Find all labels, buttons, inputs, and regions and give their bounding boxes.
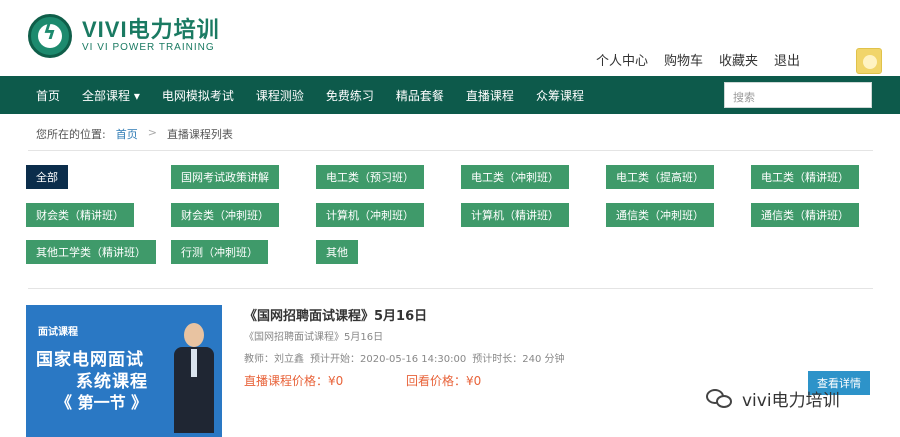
nav-mock-exam[interactable]: 电网模拟考试	[162, 87, 234, 104]
course-meta: 教师：刘立鑫 预计开始：2020-05-16 14:30:00 预计时长：240…	[244, 350, 564, 365]
site-logo[interactable]: ϟ VIVI电力培训 VI VI POWER TRAINING	[28, 14, 220, 58]
category-button[interactable]: 通信类（精讲班）	[751, 203, 859, 227]
logo-title: VIVI电力培训	[82, 17, 220, 42]
category-button[interactable]: 电工类（冲刺班）	[461, 165, 569, 189]
category-button[interactable]: 电工类（预习班）	[316, 165, 424, 189]
course-thumbnail[interactable]: 面试课程 国家电网面试 系统课程 《 第一节 》	[26, 305, 222, 437]
logout-link[interactable]: 退出	[774, 50, 800, 69]
category-button[interactable]: 财会类（冲刺班）	[171, 203, 279, 227]
nav-all-courses[interactable]: 全部课程 ▾	[82, 87, 140, 104]
divider	[28, 288, 873, 289]
divider	[28, 150, 873, 151]
user-nav: 个人中心 购物车 收藏夹 退出	[596, 50, 800, 69]
nav-packages[interactable]: 精品套餐	[396, 87, 444, 104]
category-button[interactable]: 电工类（精讲班）	[751, 165, 859, 189]
breadcrumb-home[interactable]: 首页	[116, 126, 138, 142]
category-button[interactable]: 财会类（精讲班）	[26, 203, 134, 227]
breadcrumb: 您所在的位置: 首页 > 直播课程列表	[36, 126, 233, 142]
category-button[interactable]: 计算机（冲刺班）	[316, 203, 424, 227]
category-button[interactable]: 计算机（精讲班）	[461, 203, 569, 227]
category-button[interactable]: 国网考试政策讲解	[171, 165, 279, 189]
logo-subtitle: VI VI POWER TRAINING	[82, 42, 215, 53]
breadcrumb-label: 您所在的位置:	[36, 128, 106, 141]
course-teacher: 教师：刘立鑫	[244, 354, 304, 365]
nav-home[interactable]: 首页	[36, 87, 60, 104]
course-subtitle: 《国网招聘面试课程》5月16日	[244, 332, 384, 343]
user-center-link[interactable]: 个人中心	[596, 50, 648, 69]
watermark-text: vivi电力培训	[742, 391, 840, 411]
favorites-link[interactable]: 收藏夹	[719, 50, 758, 69]
thumbnail-tag: 面试课程	[38, 327, 78, 338]
search-input[interactable]: 搜索	[724, 82, 872, 108]
main-navbar: 首页 全部课程 ▾ 电网模拟考试 课程测验 免费练习 精品套餐 直播课程 众筹课…	[0, 76, 900, 114]
breadcrumb-separator: >	[147, 126, 157, 139]
site-header: ϟ VIVI电力培训 VI VI POWER TRAINING 个人中心 购物车…	[0, 0, 900, 76]
course-duration: 预计时长：240 分钟	[472, 354, 565, 365]
course-start: 预计开始：2020-05-16 14:30:00	[310, 354, 467, 365]
breadcrumb-current: 直播课程列表	[166, 128, 233, 141]
live-price: 直播课程价格：¥0	[244, 374, 344, 388]
logo-emblem-icon: ϟ	[28, 14, 72, 58]
nav-live-courses[interactable]: 直播课程	[466, 87, 514, 104]
category-button[interactable]: 通信类（冲刺班）	[606, 203, 714, 227]
category-button[interactable]: 其他工学类（精讲班）	[26, 240, 156, 264]
nav-free-practice[interactable]: 免费练习	[326, 87, 374, 104]
nav-course-quiz[interactable]: 课程测验	[256, 87, 304, 104]
page: ϟ VIVI电力培训 VI VI POWER TRAINING 个人中心 购物车…	[0, 0, 900, 437]
wechat-watermark: vivi电力培训	[706, 386, 840, 411]
category-button[interactable]: 其他	[316, 240, 358, 264]
category-button[interactable]: 电工类（提高班）	[606, 165, 714, 189]
replay-price: 回看价格：¥0	[406, 374, 482, 388]
category-button[interactable]: 行测（冲刺班）	[171, 240, 268, 264]
wechat-icon	[706, 387, 736, 411]
teacher-photo	[174, 323, 214, 433]
nav-crowdfunding[interactable]: 众筹课程	[536, 87, 584, 104]
thumbnail-line3: 《 第一节 》	[56, 393, 148, 412]
category-all[interactable]: 全部	[26, 165, 68, 189]
course-title[interactable]: 《国网招聘面试课程》5月16日	[244, 305, 427, 324]
cart-link[interactable]: 购物车	[664, 50, 703, 69]
avatar[interactable]	[856, 48, 882, 74]
